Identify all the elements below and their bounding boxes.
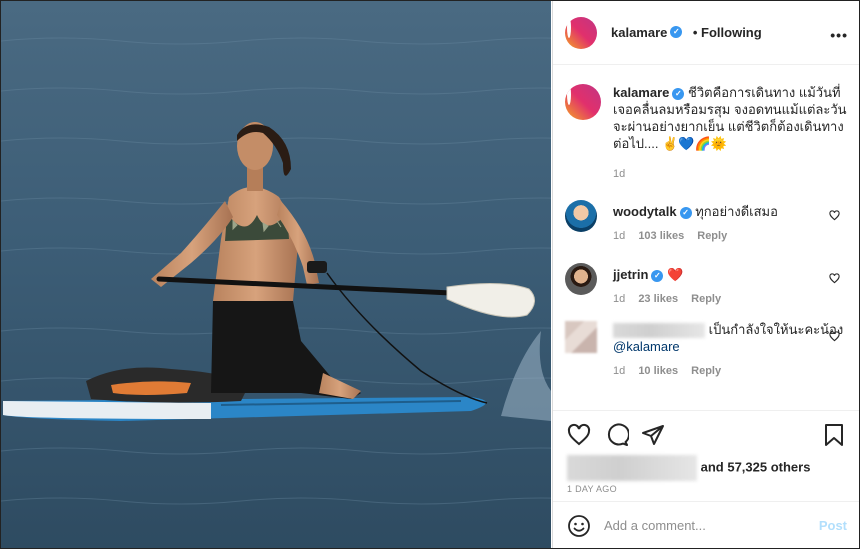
like-comment-heart-icon[interactable] [829,273,840,284]
reply-button[interactable]: Reply [691,293,721,305]
commenter-avatar[interactable] [565,263,597,295]
like-heart-icon[interactable] [567,423,591,447]
verified-badge-icon: ✓ [679,206,692,219]
instagram-post-frame: kalamare ✓ • Following ••• kalamare ✓ ชีวิ… [0,0,860,549]
comment-item: jjetrin ✓ ❤️ 1d 23 likes Reply [565,263,848,305]
comment-username[interactable]: woodytalk [613,204,677,219]
save-bookmark-icon[interactable] [822,423,846,447]
comment-meta: 1d 103 likes Reply [613,230,848,242]
reply-button[interactable]: Reply [691,365,721,377]
post-side-panel: kalamare ✓ • Following ••• kalamare ✓ ชีวิ… [552,1,859,548]
follow-status-label: Following [701,24,762,40]
like-comment-heart-icon[interactable] [829,210,840,221]
comment-item: woodytalk ✓ ทุกอย่างดีเสมอ 1d 103 likes R… [565,200,848,242]
likes-count-text: and 57,325 others [700,459,811,475]
add-comment-bar: Add a comment... Post [553,501,859,548]
comment-likes[interactable]: 23 likes [638,293,678,305]
comment-text: ทุกอย่างดีเสมอ [695,204,778,219]
comment-time: 1d [613,293,626,305]
caption-time: 1d [613,168,626,180]
comment-meta: 1d 23 likes Reply [613,293,848,305]
comment-text-block: woodytalk ✓ ทุกอย่างดีเสมอ [613,200,848,220]
comment-item: เป็นกำลังใจให้นะคะน้อง @kalamare 1d 10 l… [565,321,848,377]
separator-dot: • [692,24,698,40]
comment-likes[interactable]: 10 likes [638,365,678,377]
paddleboard-photo [1,1,551,548]
post-header: kalamare ✓ • Following ••• [553,1,859,65]
post-photo[interactable] [1,1,551,548]
blurred-liker-names [567,455,697,481]
likes-summary[interactable]: and 57,325 others [567,455,810,481]
comment-time: 1d [613,365,626,378]
caption-username[interactable]: kalamare [613,85,669,100]
caption-item: kalamare ✓ ชีวิตคือการเดินทาง แม้วันที่เจ… [565,84,848,180]
caption-meta: 1d [613,168,848,180]
post-comment-button[interactable]: Post [819,518,847,533]
verified-badge-icon: ✓ [672,87,685,100]
emoji-smiley-icon[interactable] [567,514,591,538]
author-username[interactable]: kalamare [611,25,667,40]
comments-list: kalamare ✓ ชีวิตคือการเดินทาง แม้วันที่เจ… [553,66,859,409]
post-actions: and 57,325 others 1 DAY AGO [553,410,859,501]
verified-badge-icon: ✓ [670,26,683,39]
comment-likes[interactable]: 103 likes [638,230,684,242]
comment-username[interactable]: jjetrin [613,267,648,282]
follow-status[interactable]: • Following [693,25,762,40]
comment-text-block: jjetrin ✓ ❤️ [613,263,848,283]
comment-time: 1d [613,230,626,242]
comment-text-block: เป็นกำลังใจให้นะคะน้อง @kalamare [613,321,848,355]
author-avatar[interactable] [565,16,597,49]
more-options-icon[interactable]: ••• [830,27,848,43]
blurred-commenter-avatar[interactable] [565,321,597,353]
commenter-avatar[interactable] [565,200,597,232]
comment-text: เป็นกำลังใจให้นะคะน้อง [708,322,844,337]
blurred-username [613,323,705,339]
author-info: kalamare ✓ • Following [611,24,762,42]
verified-badge-icon: ✓ [651,269,664,282]
mention-link[interactable]: @kalamare [613,339,680,354]
add-comment-input[interactable]: Add a comment... [604,518,706,533]
post-date: 1 DAY AGO [567,484,617,494]
comment-text: ❤️ [667,267,684,282]
caption-author-avatar[interactable] [565,84,601,120]
caption-text-block: kalamare ✓ ชีวิตคือการเดินทาง แม้วันที่เจ… [613,84,848,152]
like-comment-heart-icon[interactable] [829,331,840,342]
comment-meta: 1d 10 likes Reply [613,365,848,377]
comment-bubble-icon[interactable] [605,423,629,447]
share-paper-plane-icon[interactable] [641,423,665,447]
reply-button[interactable]: Reply [697,230,727,242]
